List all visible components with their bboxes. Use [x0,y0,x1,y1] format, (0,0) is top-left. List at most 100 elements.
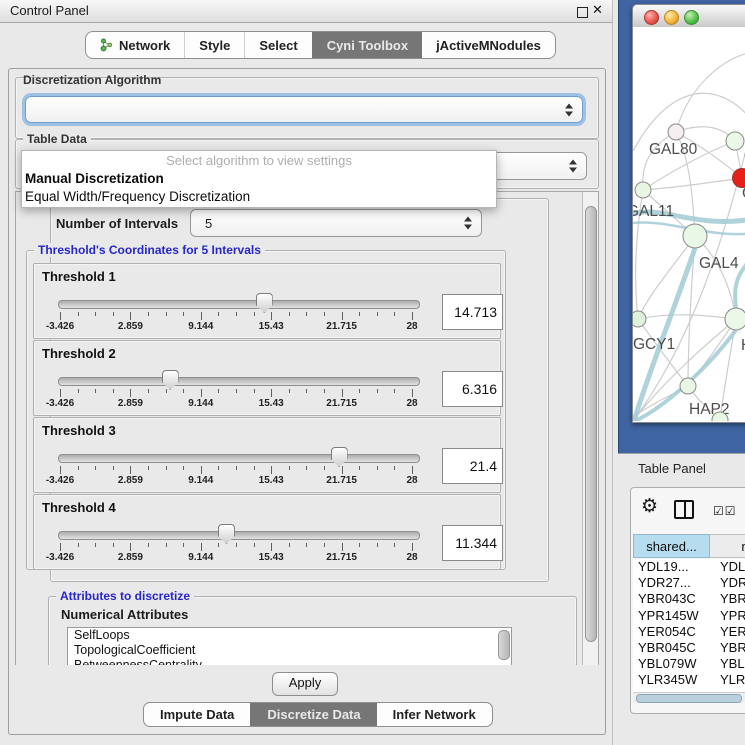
slider-tick-label: 2.859 [118,321,143,332]
vertical-scrollbar-thumb[interactable] [585,206,597,642]
cell-shared-name: YER054C [633,624,715,640]
slider-tick [324,466,325,470]
number-of-intervals-combobox[interactable]: 5 [190,209,482,237]
threshold-value-field[interactable]: 11.344 [442,525,503,561]
slider-tick [201,389,202,397]
tab-impute-data[interactable]: Impute Data [144,703,250,726]
close-light-icon[interactable] [644,10,659,25]
slider-tick [254,466,255,470]
slider-tick [60,312,61,320]
table-panel-card: ⚙ ☑☑ shared... n YDL19...YDL1YDR27...YDR… [630,487,745,714]
network-canvas[interactable]: GAL80GACGAL11GAL4GCY1HHAP2 [633,27,745,421]
desktop: Control Panel ✕ NetworkStyleSelect Cyni T… [0,0,745,745]
slider-tick [394,389,395,393]
slider-track[interactable] [58,377,420,386]
dropdown-option[interactable]: Manual Discretization [22,170,496,188]
cyni-toolbox-panel: Discretization Algorithm Select algorith… [8,68,606,735]
table-toolbar: ⚙ ☑☑ [631,488,745,532]
apply-button[interactable]: Apply [272,672,338,696]
tab-cyni-toolbox[interactable]: Cyni Toolbox [312,32,422,58]
algorithm-combobox[interactable] [25,96,583,123]
slider-tick [218,466,219,470]
combo-arrows-icon[interactable] [464,217,472,230]
split-columns-icon[interactable] [674,500,694,519]
select-columns-icon[interactable]: ☑☑ [713,504,737,518]
control-panel-titlebar: Control Panel ✕ [0,0,612,23]
table-row[interactable]: YBR045CYBR0 [633,640,745,656]
zoom-light-icon[interactable] [684,10,699,25]
threshold-value-field[interactable]: 6.316 [442,371,503,407]
network-edge [638,315,736,319]
network-node-gal80[interactable] [668,124,684,140]
table-rows: YDL19...YDL1YDR27...YDR2YBR043CYBR0YPR14… [633,559,745,692]
slider-track[interactable] [58,300,420,309]
dropdown-prompt: Select algorithm to view settings [22,151,496,170]
tab-infer-network[interactable]: Infer Network [377,703,492,726]
threshold-value-field[interactable]: 14.713 [442,294,503,330]
tab-label: Cyni Toolbox [327,38,408,53]
network-icon [100,38,113,52]
attributes-group: Attributes to discretize Numerical Attri… [48,596,577,667]
attribute-list-item[interactable]: SelfLoops [68,628,511,643]
dropdown-option[interactable]: Equal Width/Frequency Discretization [22,188,496,206]
column-header-shared[interactable]: shared... [633,534,710,558]
gear-icon[interactable]: ⚙ [641,496,658,518]
threshold-value-field[interactable]: 21.4 [442,448,503,484]
slider-tick [183,312,184,316]
tab-discretize-data[interactable]: Discretize Data [250,703,376,726]
slider-tick [377,543,378,547]
slider-tick [113,389,114,393]
top-tab-bar: NetworkStyleSelect Cyni Toolbox jActiveMNo… [85,31,556,59]
network-node-hap2[interactable] [680,378,696,394]
table-row[interactable]: YBR043CYBR0 [633,591,745,607]
threshold-title: Threshold 2 [42,346,116,361]
slider-tick [201,543,202,551]
tab-select[interactable]: Select [244,32,311,58]
slider-thumb[interactable] [162,370,179,390]
slider-tick [236,389,237,393]
attribute-list-item[interactable]: TopologicalCoefficient [68,643,511,658]
column-header-name[interactable]: n [710,534,745,558]
threshold-panel-3: Threshold 3-3.4262.8599.14415.4321.71528… [33,417,501,493]
minimize-light-icon[interactable] [664,10,679,25]
slider-tick [113,543,114,547]
tab-jactivemnodules[interactable]: jActiveMNodules [422,32,555,58]
attributes-group-label: Attributes to discretize [56,589,194,603]
slider-thumb[interactable] [218,524,235,544]
close-icon[interactable]: ✕ [592,2,603,18]
network-edge [695,236,736,319]
table-row[interactable]: YDL19...YDL1 [633,559,745,575]
threshold-coordinates-label: Threshold's Coordinates for 5 Intervals [34,243,265,257]
cell-shared-name: YBR045C [633,640,715,656]
network-node-gal4[interactable] [683,224,707,248]
slider-thumb[interactable] [331,447,348,467]
network-node-ga[interactable] [726,132,744,150]
vertical-scrollbar[interactable] [582,192,598,666]
table-row[interactable]: YLR345WYLR3 [633,672,745,688]
slider-thumb[interactable] [256,293,273,313]
network-desktop-area: GAL80GACGAL11GAL4GCY1HHAP2 [618,0,745,453]
table-row[interactable]: YPR145WYPR1 [633,608,745,624]
float-window-icon[interactable] [577,7,588,18]
tab-style[interactable]: Style [184,32,244,58]
combo-arrows-icon[interactable] [565,103,573,116]
slider-tick [130,466,131,474]
horizontal-scrollbar[interactable] [633,692,745,703]
table-row[interactable]: YER054CYER0 [633,624,745,640]
slider-tick [377,466,378,470]
slider-track[interactable] [58,454,420,463]
slider-track[interactable] [58,531,420,540]
slider-tick [60,466,61,474]
combo-arrows-icon[interactable] [569,160,577,173]
table-row[interactable]: YDR27...YDR2 [633,575,745,591]
slider-tick [359,543,360,547]
tab-network[interactable]: Network [86,32,184,58]
network-node-gcy1[interactable] [633,311,646,327]
network-node-gal11[interactable] [635,182,651,198]
list-scrollbar-thumb[interactable] [498,630,510,660]
horizontal-scrollbar-thumb[interactable] [636,694,742,703]
table-row[interactable]: YBL079WYBL0 [633,656,745,672]
network-node-h[interactable] [725,308,745,330]
slider-tick [218,389,219,393]
slider-tick [412,543,413,551]
